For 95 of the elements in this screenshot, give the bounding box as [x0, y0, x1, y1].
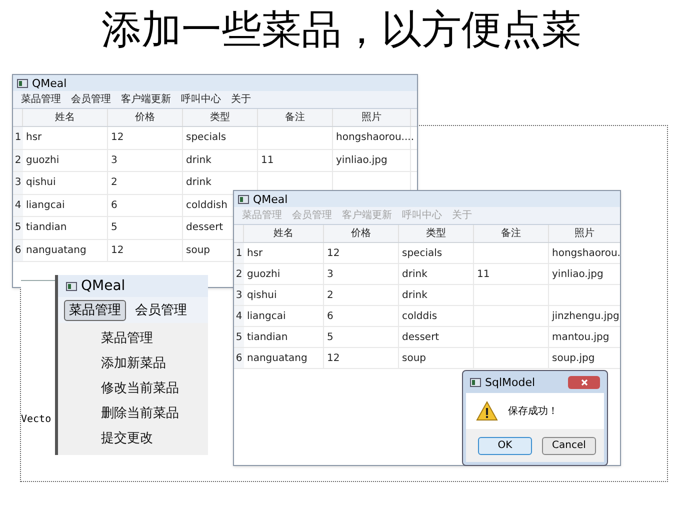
table-cell-text: soup	[402, 352, 426, 366]
menu-option[interactable]: 删除当前菜品	[101, 405, 208, 423]
row-number: 3	[234, 285, 244, 305]
column-header[interactable]: 姓名	[244, 225, 324, 242]
table-cell-text: 5	[327, 330, 334, 344]
window-title: QMeal	[32, 78, 67, 88]
menu-option[interactable]: 添加新菜品	[101, 355, 208, 373]
row-number: 4	[13, 194, 23, 216]
table-cell-text: nanguatang	[26, 244, 86, 258]
table-cell-text: dessert	[402, 330, 440, 344]
app-icon	[17, 78, 28, 88]
table-cell-text: 12	[111, 244, 124, 258]
menu-option[interactable]: 修改当前菜品	[101, 380, 208, 398]
close-icon	[580, 378, 588, 386]
dialog-message: 保存成功！	[508, 404, 558, 418]
table-cell-text: tiandian	[26, 221, 67, 236]
code-text: Vecto	[21, 414, 52, 425]
menu-item[interactable]: 菜品管理	[21, 94, 61, 104]
window-title: QMeal	[253, 194, 288, 204]
table-cell-text: 12	[111, 131, 124, 146]
menu-option[interactable]: 菜品管理	[101, 330, 208, 348]
table-cell-text: drink	[402, 268, 428, 282]
table-cell-text: mantou.jpg	[552, 330, 610, 344]
column-header[interactable]: 类型	[399, 225, 474, 242]
table-cell-text: guozhi	[247, 268, 280, 282]
table-cell-text: 12	[327, 352, 340, 366]
row-number: 3	[13, 172, 23, 194]
table-cell-text: nanguatang	[247, 352, 308, 366]
table-cell-text: 12	[327, 246, 340, 260]
table-cell-text: hsr	[26, 131, 42, 146]
table-cell-text: colddish	[186, 198, 228, 213]
row-number: 1	[234, 243, 244, 263]
menu-item[interactable]: 菜品管理	[64, 300, 126, 320]
table-cell-text: drink	[402, 288, 428, 302]
column-header[interactable]: 照片	[549, 225, 620, 242]
table-cell-text: 5	[111, 221, 118, 236]
dialog-title: SqlModel	[485, 376, 536, 388]
table-cell-text: soup.jpg	[552, 352, 595, 366]
column-header[interactable]: 类型	[183, 109, 258, 126]
table-cell-text: 11	[477, 268, 490, 282]
close-button[interactable]	[568, 376, 600, 388]
table-cell-text: yinliao.jpg	[552, 268, 604, 282]
table-cell-text: 6	[327, 310, 334, 324]
table-cell-text: jinzhengu.jpg	[552, 310, 620, 324]
column-header[interactable]: 备注	[474, 225, 549, 242]
column-header[interactable]: 姓名	[23, 109, 108, 126]
warning-icon	[476, 401, 498, 421]
table-cell-text: tiandian	[247, 330, 288, 344]
table-cell-text: qishui	[247, 288, 277, 302]
menu-option[interactable]: 提交更改	[101, 430, 208, 448]
table-cell-text: 6	[111, 198, 118, 213]
row-number: 4	[234, 306, 244, 326]
row-number: 1	[13, 127, 23, 148]
menu-item[interactable]: 会员管理	[71, 94, 111, 104]
app-icon	[66, 282, 77, 290]
column-header[interactable]: 照片	[333, 109, 411, 126]
app-icon	[238, 194, 249, 204]
menu-item[interactable]: 关于	[231, 94, 251, 104]
menu-item[interactable]: 会员管理	[130, 300, 192, 320]
row-number: 2	[234, 264, 244, 284]
table-cell-text: colddis	[402, 310, 438, 324]
table-cell-text: drink	[186, 154, 212, 168]
table-cell-text: 3	[327, 268, 334, 282]
table-cell-text: dessert	[186, 221, 224, 236]
column-header[interactable]: 价格	[108, 109, 183, 126]
row-number: 6	[234, 348, 244, 368]
table-cell-text: 2	[111, 176, 118, 190]
slide-title: 添加一些菜品，以方便点菜	[102, 6, 582, 54]
row-number: 6	[13, 240, 23, 261]
dialog-button[interactable]: Cancel	[542, 436, 596, 454]
table-cell-text: 3	[111, 154, 118, 168]
window-title: QMeal	[81, 279, 126, 293]
row-number: 5	[13, 217, 23, 238]
table-cell-text: hongshaorou....	[336, 131, 414, 146]
table-cell-text: specials	[402, 246, 442, 260]
menu-item[interactable]: 呼叫中心	[181, 94, 221, 104]
table-cell-text: yinliao.jpg	[336, 154, 388, 168]
table-cell-text: soup	[186, 244, 210, 258]
dialog-button[interactable]: OK	[478, 436, 532, 454]
table-cell-text: 11	[261, 154, 274, 168]
app-icon	[470, 378, 481, 386]
row-number: 2	[13, 150, 23, 171]
column-header[interactable]: 价格	[324, 225, 399, 242]
column-header[interactable]: 备注	[258, 109, 333, 126]
table-cell-text: qishui	[26, 176, 56, 190]
table-cell-text: liangcai	[247, 310, 286, 324]
table-cell-text: specials	[186, 131, 226, 146]
table-cell-text: guozhi	[26, 154, 60, 168]
table-cell-text: hsr	[247, 246, 263, 260]
menu-item[interactable]: 客户端更新	[121, 94, 171, 104]
table-cell-text: 2	[327, 288, 334, 302]
row-number: 5	[234, 327, 244, 347]
table-cell-text: liangcai	[26, 198, 65, 213]
table-cell-text: drink	[186, 176, 212, 190]
table-cell-text: hongshaorou.	[552, 246, 620, 260]
